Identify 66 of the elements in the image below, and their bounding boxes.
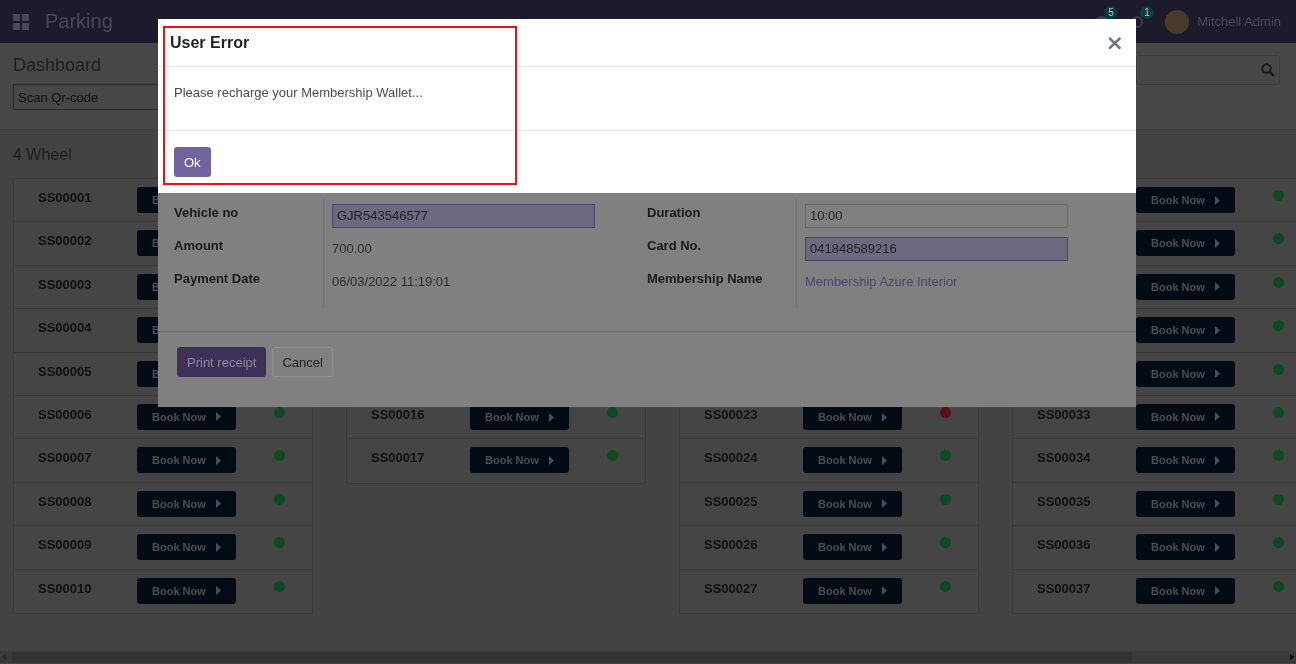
close-button[interactable]: ×	[1105, 31, 1124, 54]
book-now-button[interactable]: Book Now	[1136, 230, 1235, 257]
book-now-button[interactable]: Book Now	[803, 534, 902, 561]
caret-icon	[1214, 455, 1220, 465]
field-label: Duration	[647, 199, 797, 232]
search-field[interactable]	[1136, 55, 1280, 85]
caret-icon	[1214, 282, 1220, 292]
caret-icon	[215, 412, 221, 422]
message-count-badge: 5	[1104, 5, 1118, 19]
field-label: Vehicle no	[174, 199, 324, 232]
book-now-button[interactable]: Book Now	[470, 447, 569, 474]
error-message: Please recharge your Membership Wallet...	[174, 85, 423, 100]
book-now-button[interactable]: Book Now	[137, 447, 236, 474]
caret-icon	[215, 455, 221, 465]
book-now-button[interactable]: Book Now	[1136, 273, 1235, 300]
caret-icon	[1214, 412, 1220, 422]
field-label: Amount	[174, 232, 324, 265]
field-value: 700.00	[332, 241, 372, 256]
field-label: Membership Name	[647, 265, 797, 308]
caret-icon	[881, 542, 887, 552]
activity-count-badge: 1	[1140, 5, 1154, 19]
caret-icon	[881, 455, 887, 465]
caret-icon	[215, 586, 221, 595]
dialog-title: User Error	[170, 33, 250, 52]
book-now-button[interactable]: Book Now	[1136, 403, 1235, 430]
book-now-button[interactable]: Book Now	[803, 447, 902, 474]
caret-icon	[881, 412, 887, 422]
caret-icon	[1214, 586, 1220, 595]
book-now-button[interactable]: Book Now	[1136, 447, 1235, 474]
ok-button[interactable]: Ok	[174, 147, 211, 177]
caret-icon	[1214, 195, 1220, 205]
caret-icon	[1214, 369, 1220, 379]
field-value: 06/03/2022 11:19:01	[332, 274, 451, 289]
search-icon[interactable]	[1261, 63, 1275, 77]
caret-icon	[1214, 325, 1220, 335]
caret-icon	[881, 499, 887, 509]
book-now-button[interactable]: Book Now	[1136, 577, 1235, 604]
caret-icon	[1214, 542, 1220, 552]
caret-icon	[215, 499, 221, 509]
text-field[interactable]: GJR543546577	[332, 203, 595, 228]
cancel-button[interactable]: Cancel	[272, 347, 333, 377]
book-now-button[interactable]: Book Now	[1136, 490, 1235, 517]
book-now-button[interactable]: Book Now	[803, 490, 902, 517]
caret-icon	[881, 586, 887, 596]
book-now-button[interactable]: Book Now	[137, 577, 236, 604]
caret-icon	[1214, 499, 1220, 509]
book-now-button[interactable]: Book Now	[1136, 360, 1235, 387]
user-avatar[interactable]	[1165, 9, 1190, 34]
print-receipt-button[interactable]: Print receipt	[177, 347, 267, 377]
field-link[interactable]: Membership Azure Interior	[805, 274, 958, 289]
book-now-button[interactable]: Book Now	[1136, 317, 1235, 344]
text-field[interactable]: 041848589216	[805, 236, 1068, 261]
apps-menu-icon[interactable]	[13, 13, 29, 30]
book-now-button[interactable]: Book Now	[1136, 534, 1235, 561]
caret-icon	[1214, 238, 1220, 248]
book-now-button[interactable]: Book Now	[803, 577, 902, 604]
horizontal-scrollbar[interactable]	[0, 651, 1296, 663]
book-now-button[interactable]: Book Now	[137, 490, 236, 517]
caret-icon	[215, 542, 221, 552]
field-label: Card No.	[647, 232, 797, 265]
text-field[interactable]: 10:00	[805, 203, 1068, 228]
field-label: Payment Date	[174, 265, 324, 308]
caret-icon	[548, 455, 554, 465]
book-now-button[interactable]: Book Now	[1136, 187, 1235, 213]
book-now-button[interactable]: Book Now	[137, 534, 236, 561]
caret-icon	[548, 412, 554, 422]
